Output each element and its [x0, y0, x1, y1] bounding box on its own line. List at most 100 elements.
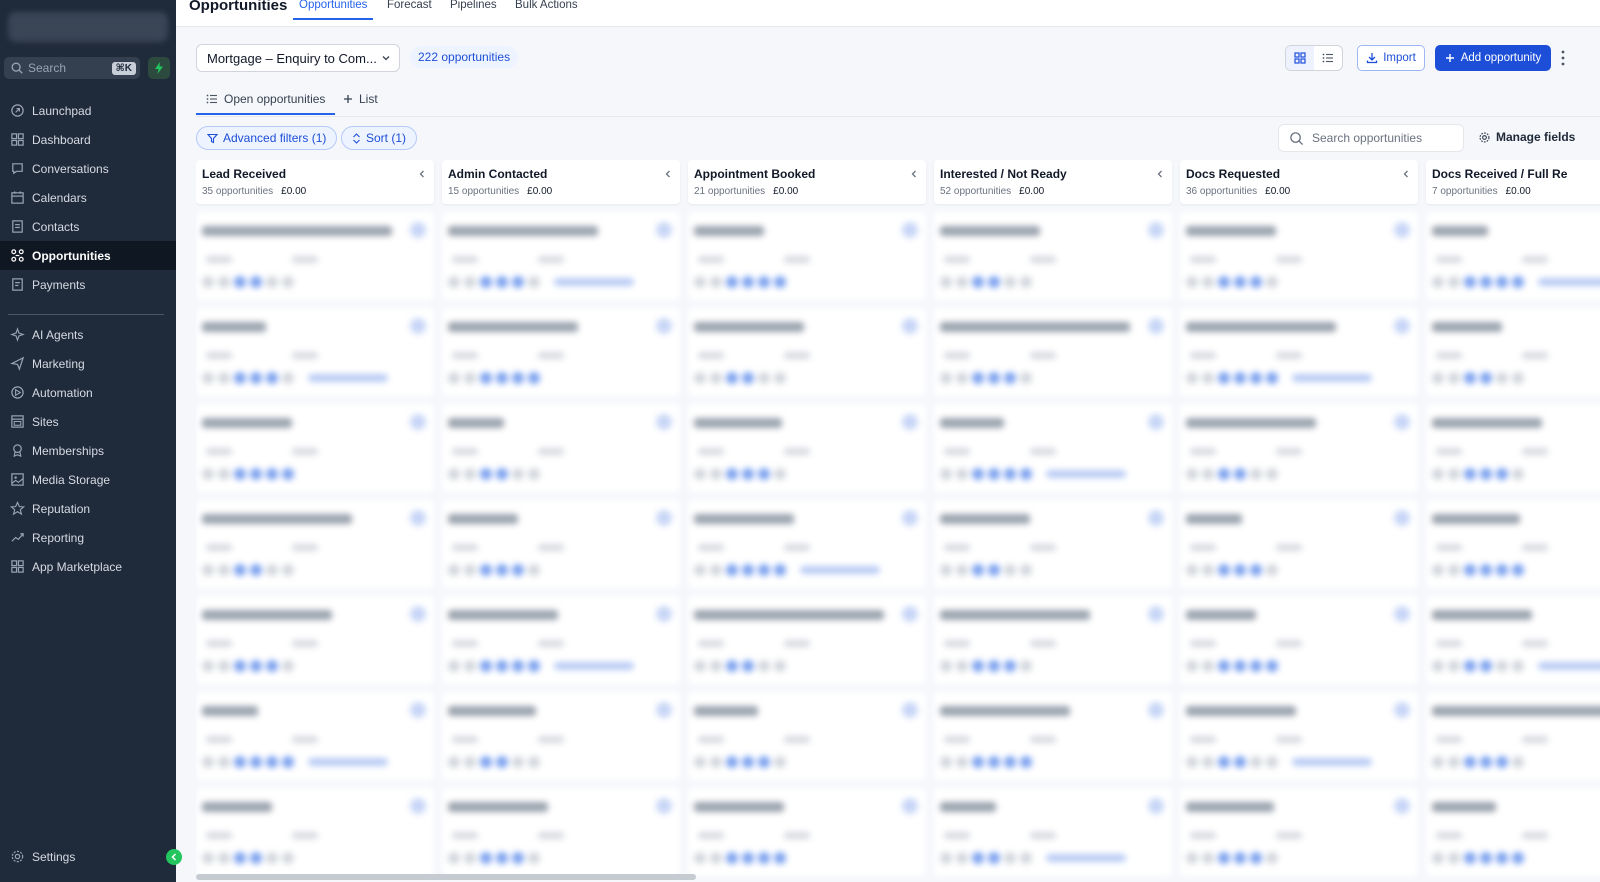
sidebar-item-conversations[interactable]: Conversations — [0, 154, 176, 183]
sidebar-item-calendars[interactable]: Calendars — [0, 183, 176, 212]
opportunity-card[interactable] — [196, 308, 434, 396]
tab-open-opportunities[interactable]: Open opportunities — [195, 92, 336, 115]
opportunity-card[interactable] — [1426, 500, 1600, 588]
opportunity-card[interactable] — [442, 308, 680, 396]
opportunity-card[interactable] — [688, 788, 926, 876]
sidebar-item-reputation[interactable]: Reputation — [0, 494, 176, 523]
sidebar-settings-wrap: Settings — [0, 842, 176, 871]
opportunity-card[interactable] — [442, 404, 680, 492]
opportunity-card[interactable] — [196, 500, 434, 588]
opportunity-card[interactable] — [442, 212, 680, 300]
sidebar-item-dashboard[interactable]: Dashboard — [0, 125, 176, 154]
opportunity-card[interactable] — [934, 212, 1172, 300]
opportunity-card[interactable] — [934, 788, 1172, 876]
board-horizontal-scrollbar[interactable] — [196, 874, 696, 880]
opportunity-card[interactable] — [1180, 500, 1418, 588]
opportunity-card[interactable] — [196, 692, 434, 780]
opportunity-card[interactable] — [1180, 404, 1418, 492]
sidebar-item-media-storage[interactable]: Media Storage — [0, 465, 176, 494]
add-opportunity-button[interactable]: Add opportunity — [1435, 45, 1551, 71]
chart-icon — [11, 533, 24, 542]
opportunity-card[interactable] — [1426, 596, 1600, 684]
opportunity-card[interactable] — [1426, 308, 1600, 396]
opportunity-card[interactable] — [196, 788, 434, 876]
import-button[interactable]: Import — [1357, 45, 1425, 71]
manage-fields-button[interactable]: Manage fields — [1478, 130, 1575, 144]
opportunity-card[interactable] — [934, 500, 1172, 588]
opportunity-card[interactable] — [688, 404, 926, 492]
opportunity-card[interactable] — [688, 596, 926, 684]
opportunity-card[interactable] — [688, 212, 926, 300]
sidebar-item-automation[interactable]: Automation — [0, 378, 176, 407]
opportunity-card[interactable] — [1180, 212, 1418, 300]
tab-bulk-actions[interactable]: Bulk Actions — [515, 0, 578, 11]
opportunity-card[interactable] — [1180, 788, 1418, 876]
advanced-filters-chip[interactable]: Advanced filters (1) — [196, 126, 338, 150]
tab-forecast[interactable]: Forecast — [387, 0, 432, 11]
column-amount: £0.00 — [1505, 186, 1531, 197]
chevron-left-icon[interactable] — [1402, 169, 1410, 179]
search-opportunities-input[interactable]: Search opportunities — [1278, 124, 1464, 152]
opportunity-card[interactable] — [1426, 788, 1600, 876]
sidebar-item-label: Launchpad — [32, 103, 92, 118]
list-view-button[interactable] — [1314, 46, 1342, 70]
chevron-left-icon[interactable] — [1156, 169, 1164, 179]
opportunity-card[interactable] — [1426, 212, 1600, 300]
sidebar-item-label: Media Storage — [32, 472, 111, 487]
sidebar-item-payments[interactable]: Payments — [0, 270, 176, 299]
pipeline-column: Interested / Not Ready 52 opportunities £… — [934, 160, 1172, 882]
quick-action-button[interactable] — [148, 57, 170, 79]
chevron-down-icon — [382, 56, 390, 61]
sidebar-search-placeholder: Search — [28, 61, 67, 75]
opportunity-card[interactable] — [1180, 692, 1418, 780]
sidebar-collapse-button[interactable] — [166, 849, 182, 865]
sort-chip[interactable]: Sort (1) — [341, 126, 418, 150]
sidebar-item-app-marketplace[interactable]: App Marketplace — [0, 552, 176, 581]
opportunity-card[interactable] — [934, 308, 1172, 396]
board-view-icon — [1294, 52, 1306, 64]
opportunity-card[interactable] — [934, 404, 1172, 492]
opportunity-card[interactable] — [442, 692, 680, 780]
opportunity-card[interactable] — [1180, 308, 1418, 396]
opportunity-card[interactable] — [442, 788, 680, 876]
sidebar-item-ai-agents[interactable]: AI Agents — [0, 320, 176, 349]
opportunity-card[interactable] — [688, 500, 926, 588]
sidebar-item-marketing[interactable]: Marketing — [0, 349, 176, 378]
opportunity-card[interactable] — [688, 692, 926, 780]
sidebar-item-label: Contacts — [32, 219, 80, 234]
board-view-button[interactable] — [1286, 46, 1314, 70]
plus-icon — [344, 95, 352, 103]
opportunity-card[interactable] — [442, 596, 680, 684]
sidebar-item-memberships[interactable]: Memberships — [0, 436, 176, 465]
opportunity-card[interactable] — [1426, 404, 1600, 492]
more-options-icon[interactable] — [1560, 49, 1566, 67]
sidebar-item-launchpad[interactable]: Launchpad — [0, 96, 176, 125]
sidebar-item-contacts[interactable]: Contacts — [0, 212, 176, 241]
sidebar-item-sites[interactable]: Sites — [0, 407, 176, 436]
opportunity-card[interactable] — [442, 500, 680, 588]
opportunity-card[interactable] — [934, 692, 1172, 780]
tab-pipelines[interactable]: Pipelines — [450, 0, 497, 11]
sidebar-item-settings[interactable]: Settings — [0, 842, 176, 871]
sidebar-search[interactable]: Search ⌘K — [4, 57, 140, 79]
chevron-left-icon[interactable] — [910, 169, 918, 179]
opportunity-card[interactable] — [196, 212, 434, 300]
chevron-left-icon[interactable] — [664, 169, 672, 179]
sidebar-item-reporting[interactable]: Reporting — [0, 523, 176, 552]
column-count: 7 opportunities — [1432, 186, 1498, 197]
tab-opportunities[interactable]: Opportunities — [292, 0, 374, 20]
opportunity-card[interactable] — [934, 596, 1172, 684]
account-switcher[interactable] — [8, 12, 168, 42]
tab-add-list[interactable]: List — [343, 92, 378, 106]
chevron-left-icon[interactable] — [418, 169, 426, 179]
sidebar-item-label: Marketing — [32, 356, 85, 371]
opportunity-card[interactable] — [1180, 596, 1418, 684]
pipeline-select[interactable]: Mortgage – Enquiry to Com... — [196, 44, 400, 72]
card-list — [688, 212, 926, 882]
column-count: 52 opportunities — [940, 186, 1012, 197]
opportunity-card[interactable] — [196, 404, 434, 492]
opportunity-card[interactable] — [688, 308, 926, 396]
opportunity-card[interactable] — [196, 596, 434, 684]
opportunity-card[interactable] — [1426, 692, 1600, 780]
sidebar-item-opportunities[interactable]: Opportunities — [0, 241, 176, 270]
